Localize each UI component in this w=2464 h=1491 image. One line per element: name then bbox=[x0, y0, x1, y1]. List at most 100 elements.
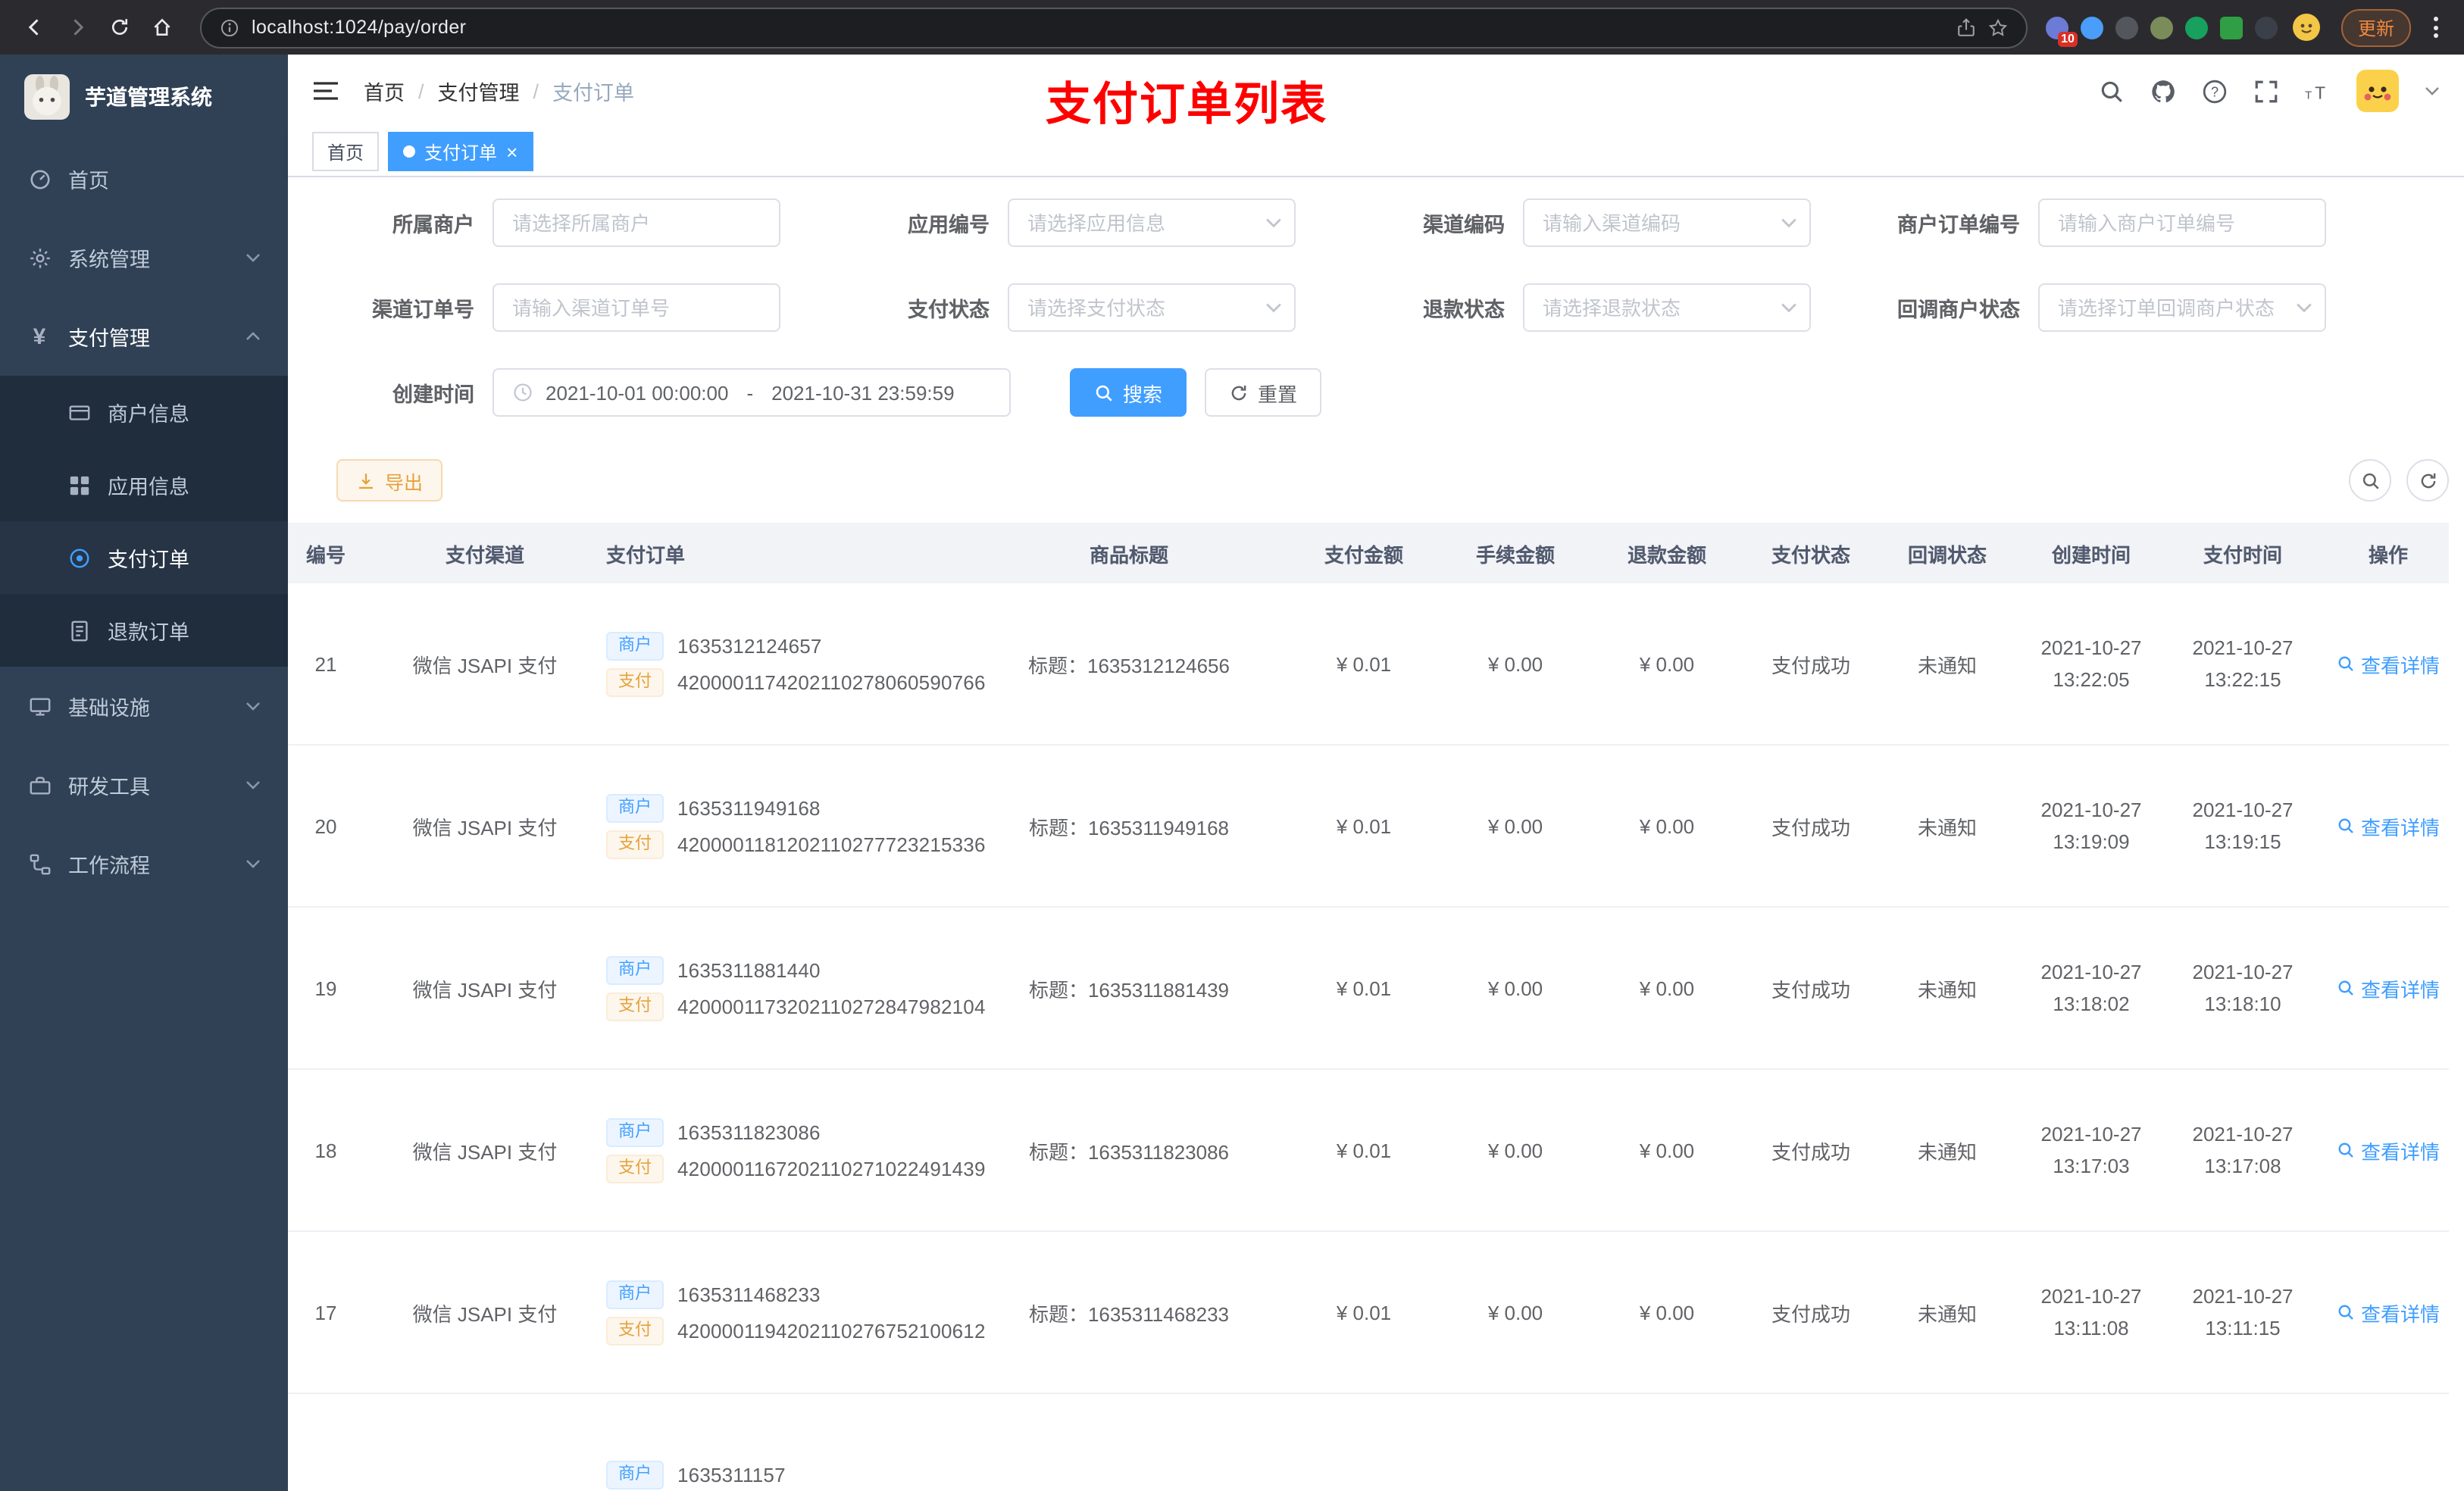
home-button[interactable] bbox=[142, 8, 182, 47]
extension-icon-5[interactable] bbox=[2184, 16, 2208, 39]
view-detail-link[interactable]: 查看详情 bbox=[2337, 649, 2440, 678]
sidebar-item-workflow[interactable]: 工作流程 bbox=[0, 824, 288, 903]
sidebar-item-refund-order[interactable]: 退款订单 bbox=[0, 594, 288, 667]
avatar[interactable] bbox=[2356, 70, 2399, 112]
date-separator: - bbox=[746, 381, 754, 404]
filter-input[interactable] bbox=[2038, 283, 2326, 332]
cell-order: 商户 1635311949168 支付 42000011812021102777… bbox=[576, 786, 985, 866]
content: 所属商户 应用编号 渠道编码 商户订单编号 渠道订单号 支付状态 退款状态 回调… bbox=[288, 177, 2464, 1491]
url-text[interactable]: localhost:1024/pay/order bbox=[252, 17, 1944, 38]
toggle-search-button[interactable] bbox=[2349, 459, 2391, 502]
share-icon[interactable] bbox=[1956, 17, 1976, 37]
sidebar-item-system[interactable]: 系统管理 bbox=[0, 218, 288, 297]
sidebar-item-merchant-info[interactable]: 商户信息 bbox=[0, 376, 288, 449]
cell-notify: 未通知 bbox=[1917, 654, 1977, 677]
refresh-table-button[interactable] bbox=[2406, 459, 2449, 502]
merchant-order-no: 1635311468233 bbox=[677, 1283, 821, 1305]
filter-control[interactable] bbox=[1523, 198, 1811, 247]
search-button[interactable]: 搜索 bbox=[1070, 368, 1187, 417]
view-detail-link[interactable]: 查看详情 bbox=[2337, 1298, 2440, 1327]
filter-control[interactable] bbox=[492, 283, 780, 332]
sidebar-item-app-info[interactable]: 应用信息 bbox=[0, 449, 288, 521]
target-icon bbox=[67, 546, 91, 569]
filter-control[interactable] bbox=[1008, 198, 1296, 247]
grid-icon bbox=[67, 474, 91, 496]
reload-button[interactable] bbox=[100, 8, 139, 47]
breadcrumb-item[interactable]: 支付管理 bbox=[438, 76, 520, 106]
filter-input[interactable] bbox=[492, 283, 780, 332]
case-icon bbox=[27, 852, 52, 875]
address-bar[interactable]: localhost:1024/pay/order bbox=[200, 7, 2028, 48]
filter-input[interactable] bbox=[1523, 198, 1811, 247]
date-range-picker[interactable]: 2021-10-01 00:00:00 - 2021-10-31 23:59:5… bbox=[492, 368, 1011, 417]
cell-title: 标题：1635311468233 bbox=[1028, 1302, 1230, 1325]
caret-down-icon[interactable] bbox=[2425, 83, 2440, 98]
view-detail-link[interactable]: 查看详情 bbox=[2337, 974, 2440, 1002]
help-icon[interactable]: ? bbox=[2202, 78, 2228, 104]
table-row: 20 微信 JSAPI 支付 商户 1635311949168 支付 42000… bbox=[288, 746, 2449, 908]
cell-create-time: 2021-10-27 13:19:09 bbox=[2040, 798, 2142, 853]
extension-icon-2[interactable] bbox=[2080, 16, 2103, 39]
filter-control[interactable] bbox=[1523, 283, 1811, 332]
cell-create-time: 2021-10-27 13:22:05 bbox=[2040, 636, 2142, 691]
filter-control[interactable] bbox=[2038, 198, 2326, 247]
sidebar-item-pay-order[interactable]: 支付订单 bbox=[0, 521, 288, 594]
sidebar-item-infra[interactable]: 基础设施 bbox=[0, 667, 288, 746]
sidebar-item-pay[interactable]: ¥ 支付管理 bbox=[0, 297, 288, 376]
extension-icon-4[interactable] bbox=[2150, 16, 2173, 39]
filter-label: 应用编号 bbox=[908, 214, 990, 236]
extension-icon-7[interactable] bbox=[2254, 16, 2278, 39]
filter-input[interactable] bbox=[1008, 283, 1296, 332]
export-button[interactable]: 导出 bbox=[336, 459, 443, 502]
view-detail-link[interactable]: 查看详情 bbox=[2337, 1136, 2440, 1164]
sidebar-item-dev-tools[interactable]: 研发工具 bbox=[0, 746, 288, 824]
filter-control[interactable] bbox=[492, 198, 780, 247]
breadcrumb-item: 支付订单 bbox=[552, 82, 635, 105]
tab-label: 首页 bbox=[327, 142, 364, 163]
tab[interactable]: 首页 bbox=[312, 132, 380, 171]
navbar: 首页 / 支付管理 / 支付订单 支付订单列表 ? TT bbox=[288, 55, 2464, 130]
chrome-update-button[interactable]: 更新 bbox=[2340, 8, 2411, 46]
view-detail-link[interactable]: 查看详情 bbox=[2337, 811, 2440, 840]
site-info-icon[interactable] bbox=[220, 17, 239, 37]
column-header: 创建时间 bbox=[2051, 543, 2131, 566]
search-icon[interactable] bbox=[2099, 78, 2125, 104]
extension-badge: 10 bbox=[2058, 31, 2078, 46]
extension-icon-6[interactable] bbox=[2219, 16, 2243, 39]
forward-button[interactable] bbox=[58, 8, 97, 47]
breadcrumb-item[interactable]: 首页 bbox=[364, 76, 405, 106]
tab[interactable]: 支付订单 × bbox=[388, 132, 533, 171]
extension-icon-1[interactable]: 10 bbox=[2045, 16, 2078, 46]
svg-text:T: T bbox=[2305, 88, 2312, 101]
bookmark-star-icon[interactable] bbox=[1988, 17, 2008, 37]
logo: 芋道管理系统 bbox=[0, 55, 288, 139]
reset-button[interactable]: 重置 bbox=[1205, 368, 1322, 417]
main: 首页 / 支付管理 / 支付订单 支付订单列表 ? TT 首页 支付订单 × 所属商户 bbox=[288, 55, 2464, 1491]
filter-input[interactable] bbox=[1523, 283, 1811, 332]
cell-title: 标题：1635311881439 bbox=[1028, 978, 1230, 1001]
filter-input[interactable] bbox=[492, 198, 780, 247]
chrome-menu-icon[interactable] bbox=[2423, 17, 2449, 38]
hamburger-icon[interactable] bbox=[312, 79, 339, 103]
chevron-down-icon bbox=[245, 856, 261, 871]
back-button[interactable] bbox=[15, 8, 55, 47]
column-header: 商品标题 bbox=[1089, 543, 1168, 566]
fullscreen-icon[interactable] bbox=[2253, 78, 2279, 104]
sidebar-item-home[interactable]: 首页 bbox=[0, 139, 288, 218]
filter-control[interactable] bbox=[2038, 283, 2326, 332]
font-size-icon[interactable]: TT bbox=[2305, 78, 2331, 104]
dashboard-icon bbox=[27, 167, 52, 190]
table-row: 21 微信 JSAPI 支付 商户 1635312124657 支付 42000… bbox=[288, 583, 2449, 746]
filter-label: 渠道编码 bbox=[1423, 214, 1505, 236]
tab-close-icon[interactable]: × bbox=[506, 142, 518, 161]
github-icon[interactable] bbox=[2150, 78, 2176, 104]
profile-avatar[interactable] bbox=[2292, 14, 2320, 41]
extension-icon-3[interactable] bbox=[2115, 16, 2138, 39]
tab-label: 支付订单 bbox=[424, 142, 498, 163]
column-header: 支付渠道 bbox=[445, 543, 524, 566]
filter-input[interactable] bbox=[2038, 198, 2326, 247]
filter-input[interactable] bbox=[1008, 198, 1296, 247]
merchant-badge: 商户 bbox=[606, 955, 664, 984]
filter-control[interactable] bbox=[1008, 283, 1296, 332]
column-header: 手续金额 bbox=[1475, 543, 1555, 566]
